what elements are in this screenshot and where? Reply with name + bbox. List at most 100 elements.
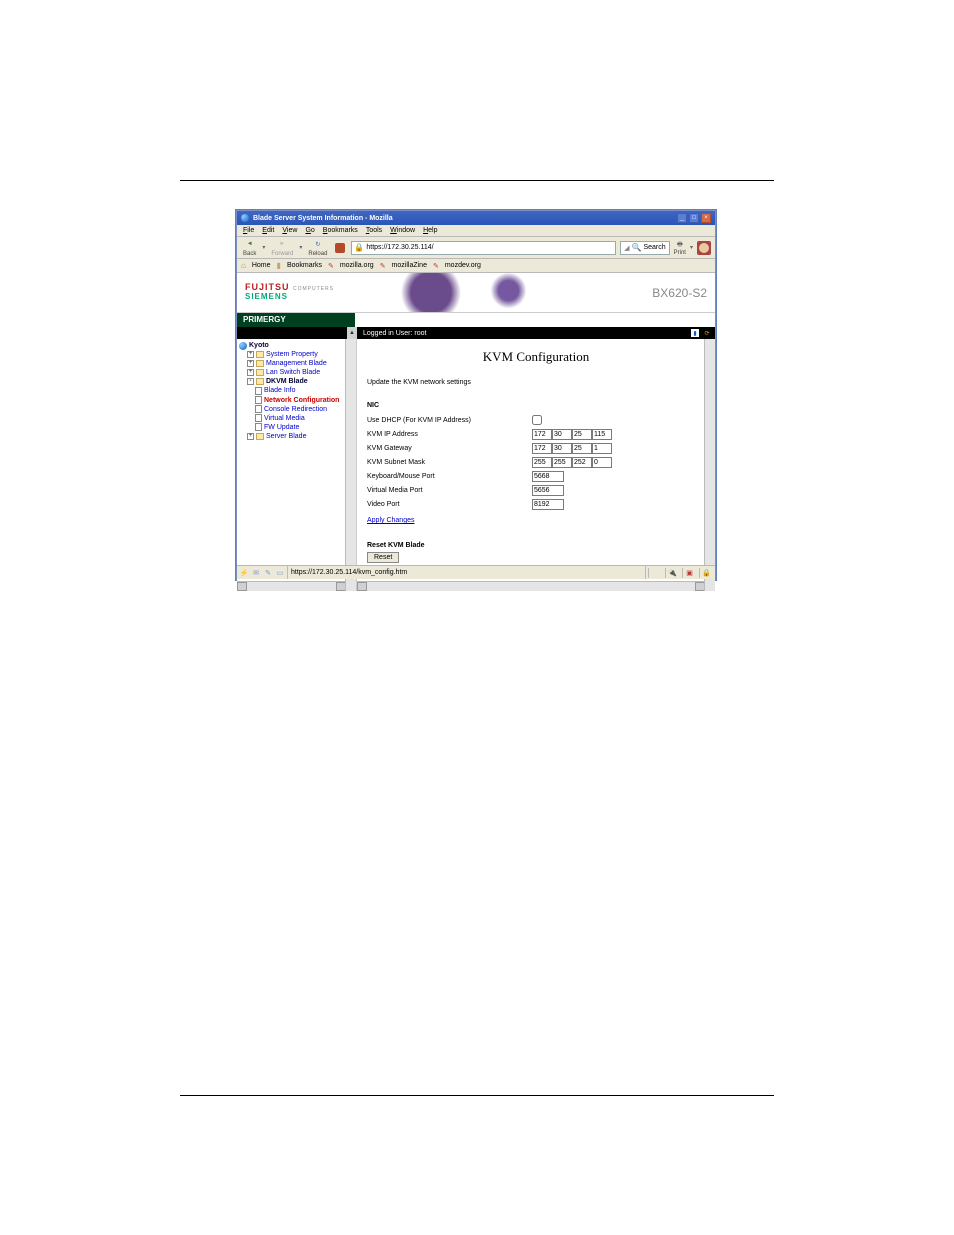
expand-icon[interactable]: + — [247, 433, 254, 440]
expand-icon[interactable]: + — [247, 351, 254, 358]
menu-view[interactable]: View — [282, 227, 297, 234]
bookmarks-link[interactable]: Bookmarks — [287, 262, 322, 269]
maximize-button[interactable]: □ — [689, 213, 699, 223]
back-button[interactable]: ◄ Back — [241, 238, 258, 257]
tree-lan-switch-blade[interactable]: +Lan Switch Blade — [247, 368, 354, 377]
mask-octet-1[interactable] — [532, 457, 552, 468]
primergy-label: PRIMERGY — [237, 313, 355, 327]
status-connection-icon: ⚡ — [239, 568, 249, 578]
pen-icon: ✎ — [380, 262, 386, 270]
status-url: https://172.30.25.114/kvm_config.htm — [287, 566, 646, 579]
print-dropdown[interactable]: ▾ — [690, 244, 693, 251]
window-title: Blade Server System Information - Mozill… — [253, 215, 677, 222]
gw-octet-4[interactable] — [592, 443, 612, 454]
status-online-icon: 🔌 — [665, 568, 679, 578]
bookmark-toolbar: ⌂ Home ▮ Bookmarks ✎ mozilla.org ✎ mozil… — [237, 259, 715, 273]
mask-octet-2[interactable] — [552, 457, 572, 468]
navigation-tree: Kyoto +System Property +Management Blade… — [237, 339, 357, 591]
page-icon — [255, 423, 262, 431]
tree-console-redirection[interactable]: Console Redirection — [255, 405, 354, 414]
minimize-button[interactable]: _ — [677, 213, 687, 223]
tree-scrollbar-thumb[interactable] — [347, 341, 355, 361]
menu-go[interactable]: Go — [305, 227, 314, 234]
refresh-icon[interactable]: ⟳ — [703, 329, 711, 337]
reset-button[interactable]: Reset — [367, 552, 399, 563]
tree-fw-update[interactable]: FW Update — [255, 423, 354, 432]
search-icon: 🔍 — [631, 243, 641, 252]
menu-tools[interactable]: Tools — [366, 227, 382, 234]
main-h-scrollbar[interactable] — [357, 581, 705, 591]
menu-help[interactable]: Help — [423, 227, 437, 234]
input-km-port[interactable] — [532, 471, 564, 482]
bm-mozillazine[interactable]: mozillaZine — [392, 262, 427, 269]
instruction-text: Update the KVM network settings — [367, 379, 705, 386]
collapse-icon[interactable]: - — [247, 378, 254, 385]
tree-scroll-up[interactable]: ▲ — [347, 327, 357, 339]
menu-edit[interactable]: Edit — [262, 227, 274, 234]
status-popup-icon: ▣ — [682, 568, 696, 578]
model-label: BX620-S2 — [652, 286, 707, 300]
menu-bar: File Edit View Go Bookmarks Tools Window… — [237, 225, 715, 237]
brand-line2: SIEMENS — [245, 293, 334, 302]
tree-dkvm-blade[interactable]: -DKVM Blade — [247, 377, 354, 386]
tree-management-blade[interactable]: +Management Blade — [247, 359, 354, 368]
status-addressbook-icon[interactable]: ▭ — [275, 568, 285, 578]
print-button[interactable]: 🖶 Print — [674, 240, 686, 256]
home-icon[interactable]: ⌂ — [241, 261, 246, 270]
gw-octet-3[interactable] — [572, 443, 592, 454]
content-body: Kyoto +System Property +Management Blade… — [237, 339, 715, 591]
label-vm-port: Virtual Media Port — [367, 487, 532, 494]
search-label: Search — [643, 244, 665, 251]
mask-octet-4[interactable] — [592, 457, 612, 468]
menu-file[interactable]: File — [243, 227, 254, 234]
tree-network-configuration[interactable]: Network Configuration — [255, 396, 354, 405]
tree-server-blade[interactable]: +Server Blade — [247, 432, 354, 441]
row-vm-port: Virtual Media Port — [367, 483, 705, 497]
expand-icon[interactable]: + — [247, 360, 254, 367]
close-button[interactable]: × — [701, 213, 711, 223]
menu-window[interactable]: Window — [390, 227, 415, 234]
bm-mozilla-org[interactable]: mozilla.org — [340, 262, 374, 269]
search-button[interactable]: ◢ 🔍 Search — [620, 241, 670, 255]
scroll-right-icon[interactable] — [336, 582, 346, 591]
mask-octet-3[interactable] — [572, 457, 592, 468]
url-bar[interactable]: 🔒 https://172.30.25.114/ — [351, 241, 616, 255]
scroll-right-icon[interactable] — [695, 582, 705, 591]
stop-button[interactable] — [333, 243, 347, 253]
input-video-port[interactable] — [532, 499, 564, 510]
tree-blade-info[interactable]: Blade Info — [255, 386, 354, 395]
app-icon — [241, 214, 249, 222]
bm-mozdev[interactable]: mozdev.org — [445, 262, 481, 269]
status-compose-icon[interactable]: ✎ — [263, 568, 273, 578]
tree-h-scrollbar[interactable] — [237, 581, 346, 591]
home-link[interactable]: Home — [252, 262, 271, 269]
forward-label: Forward — [271, 251, 293, 257]
reload-label: Reload — [308, 251, 327, 257]
scroll-left-icon[interactable] — [357, 582, 367, 591]
status-mail-icon[interactable]: ✉ — [251, 568, 261, 578]
checkbox-use-dhcp[interactable] — [532, 415, 542, 425]
status-bar: ⚡ ✉ ✎ ▭ https://172.30.25.114/kvm_config… — [237, 565, 715, 579]
tree-virtual-media[interactable]: Virtual Media — [255, 414, 354, 423]
pen-icon: ✎ — [328, 262, 334, 270]
page-icon[interactable]: ▮ — [691, 329, 699, 337]
ip-octet-3[interactable] — [572, 429, 592, 440]
gw-octet-2[interactable] — [552, 443, 572, 454]
label-kvm-gateway: KVM Gateway — [367, 445, 532, 452]
scroll-left-icon[interactable] — [237, 582, 247, 591]
tree-root[interactable]: Kyoto — [239, 341, 354, 350]
menu-bookmarks[interactable]: Bookmarks — [323, 227, 358, 234]
back-dropdown[interactable]: ▾ — [262, 244, 265, 251]
gw-octet-1[interactable] — [532, 443, 552, 454]
url-text: https://172.30.25.114/ — [366, 244, 433, 251]
ip-octet-1[interactable] — [532, 429, 552, 440]
tree-system-property[interactable]: +System Property — [247, 350, 354, 359]
ip-octet-2[interactable] — [552, 429, 572, 440]
input-vm-port[interactable] — [532, 485, 564, 496]
reload-button[interactable]: ↻ Reload — [306, 238, 329, 257]
apply-changes-link[interactable]: Apply Changes — [367, 517, 414, 524]
ip-octet-4[interactable] — [592, 429, 612, 440]
expand-icon[interactable]: + — [247, 369, 254, 376]
row-kvm-mask: KVM Subnet Mask — [367, 455, 705, 469]
row-kvm-gateway: KVM Gateway — [367, 441, 705, 455]
